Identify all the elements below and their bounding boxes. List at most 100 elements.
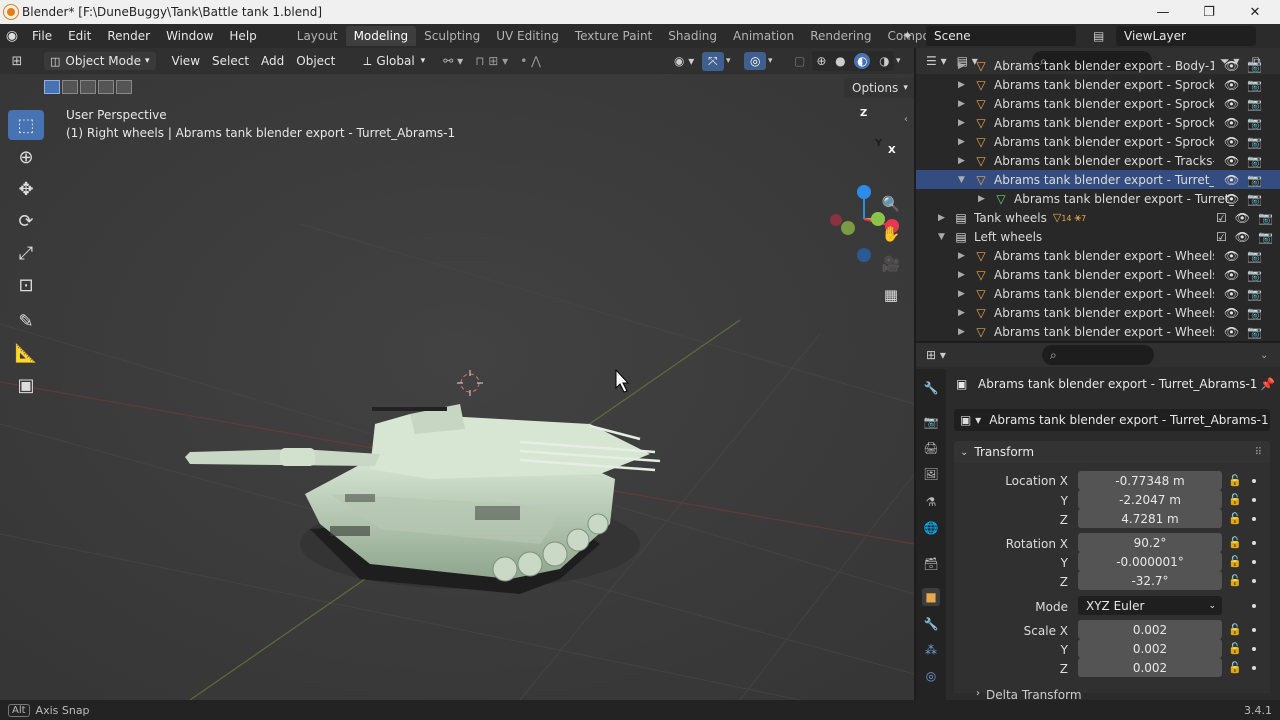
camera-view-icon[interactable]: 🎥 xyxy=(877,250,905,278)
lock-icon[interactable]: 🔓 xyxy=(1228,623,1242,636)
location-y-field[interactable]: -2.2047 m xyxy=(1078,490,1222,509)
solid-shading-icon[interactable]: ● xyxy=(835,54,845,68)
properties-search-input[interactable]: ⌕ xyxy=(1042,345,1154,365)
keyframe-dot-icon[interactable] xyxy=(1252,579,1256,583)
outliner-row[interactable]: ▶ ▽ Abrams tank blender export - Sprocket-… xyxy=(916,75,1280,94)
eye-icon[interactable]: 👁 xyxy=(1224,173,1239,187)
scene-icon[interactable]: ✦ xyxy=(902,24,913,48)
chevron-down-icon[interactable]: ▾ xyxy=(768,56,773,66)
rotation-y-field[interactable]: -0.000001° xyxy=(1078,552,1222,571)
snap-icon[interactable]: ⊓ ⊞ ▾ xyxy=(469,52,514,70)
scene-selector[interactable]: Scene xyxy=(926,26,1076,46)
outliner-row[interactable]: ▼ ▤ Left wheels ☑ 👁 📷 xyxy=(916,227,1280,246)
camera-render-icon[interactable]: 📷 xyxy=(1247,306,1262,320)
visibility-icon[interactable]: ◉ ▾ xyxy=(668,52,700,70)
gizmo-y-label[interactable]: Y xyxy=(875,138,882,149)
chevron-right-icon[interactable]: ▶ xyxy=(958,156,972,166)
wireframe-shading-icon[interactable]: ⊕ xyxy=(816,54,826,68)
outliner-row[interactable]: ▶ ▽ Abrams tank blender export - Sprocket-… xyxy=(916,113,1280,132)
lock-icon[interactable]: 🔓 xyxy=(1228,661,1242,674)
chevron-right-icon[interactable]: ▶ xyxy=(938,213,952,223)
camera-render-icon[interactable]: 📷 xyxy=(1247,59,1262,73)
measure-tool-icon[interactable]: 📐 xyxy=(8,338,44,368)
ortho-toggle-icon[interactable]: ▦ xyxy=(877,281,905,309)
add-cube-tool-icon[interactable]: ▣ xyxy=(8,370,44,400)
outliner-row[interactable]: ▼ ▽ Abrams tank blender export - Turret_Ab… xyxy=(916,170,1280,189)
select-new-icon[interactable] xyxy=(44,80,60,94)
keyframe-dot-icon[interactable] xyxy=(1252,517,1256,521)
select-subtract-icon[interactable] xyxy=(80,80,96,94)
eye-icon[interactable]: 👁 xyxy=(1224,325,1239,339)
render-tab-icon[interactable]: 📷 xyxy=(922,413,940,431)
tab-animation[interactable]: Animation xyxy=(725,26,802,46)
keyframe-dot-icon[interactable] xyxy=(1252,647,1256,651)
particles-tab-icon[interactable]: ⁂ xyxy=(922,641,940,659)
properties-editor-icon[interactable]: ⊞ ▾ xyxy=(926,348,946,362)
sidebar-toggle-icon[interactable]: ‹ xyxy=(904,114,908,125)
gizmo-x-label[interactable]: X xyxy=(888,145,896,156)
move-tool-icon[interactable]: ✥ xyxy=(8,174,44,204)
eye-icon[interactable]: 👁 xyxy=(1224,97,1239,111)
transform-panel-header[interactable]: ⌄ Transform ⠿ xyxy=(954,441,1270,463)
chevron-right-icon[interactable]: ▶ xyxy=(958,137,972,147)
eye-icon[interactable]: 👁 xyxy=(1224,306,1239,320)
eye-icon[interactable]: 👁 xyxy=(1224,287,1239,301)
modifier-tab-icon[interactable]: 🔧 xyxy=(922,615,940,633)
blender-menu-icon[interactable]: ◉ xyxy=(0,28,24,44)
scale-tool-icon[interactable]: ⤢ xyxy=(8,238,44,268)
view-layer-icon[interactable]: ▤ xyxy=(1093,24,1104,48)
outliner-row[interactable]: ▶ ▽ Abrams tank blender export - Wheels-3 … xyxy=(916,246,1280,265)
camera-render-icon[interactable]: 📷 xyxy=(1247,192,1262,206)
camera-render-icon[interactable]: 📷 xyxy=(1258,211,1273,225)
tool-tab-icon[interactable]: 🔧 xyxy=(922,379,940,397)
camera-render-icon[interactable]: 📷 xyxy=(1247,173,1262,187)
eye-icon[interactable]: 👁 xyxy=(1224,116,1239,130)
output-tab-icon[interactable]: 🖨 xyxy=(922,439,940,457)
eye-icon[interactable]: 👁 xyxy=(1224,268,1239,282)
chevron-down-icon[interactable]: ▼ xyxy=(958,175,972,185)
annotate-tool-icon[interactable]: ✎ xyxy=(8,306,44,336)
drag-handle-icon[interactable]: ⠿ xyxy=(1255,447,1262,458)
pivot-icon[interactable]: ⚯ ▾ xyxy=(437,52,469,70)
exclude-checkbox[interactable]: ☑ xyxy=(1216,230,1227,244)
rotation-x-field[interactable]: 90.2° xyxy=(1078,533,1222,552)
camera-render-icon[interactable]: 📷 xyxy=(1247,78,1262,92)
outliner-row[interactable]: ▶ ▽ Abrams tank blender export - Wheels-3.… xyxy=(916,284,1280,303)
lock-icon[interactable]: 🔓 xyxy=(1228,512,1242,525)
rotation-mode-dropdown[interactable]: XYZ Euler ⌄ xyxy=(1078,596,1222,615)
eye-icon[interactable]: 👁 xyxy=(1224,135,1239,149)
menu-render[interactable]: Render xyxy=(99,29,158,43)
scale-z-field[interactable]: 0.002 xyxy=(1078,658,1222,677)
tab-uv-editing[interactable]: UV Editing xyxy=(488,26,567,46)
lock-icon[interactable]: 🔓 xyxy=(1228,555,1242,568)
chevron-down-icon[interactable]: ⌄ xyxy=(1260,350,1268,361)
menu-add[interactable]: Add xyxy=(255,52,290,70)
scale-x-field[interactable]: 0.002 xyxy=(1078,620,1222,639)
eye-icon[interactable]: 👁 xyxy=(1224,59,1239,73)
eye-icon[interactable]: 👁 xyxy=(1235,211,1250,225)
tab-sculpting[interactable]: Sculpting xyxy=(416,26,488,46)
editor-type-icon[interactable]: ⊞ xyxy=(0,54,34,69)
eye-icon[interactable]: 👁 xyxy=(1224,192,1239,206)
object-name-field[interactable]: ▣ ▾ Abrams tank blender export - Turret_… xyxy=(954,409,1270,431)
keyframe-dot-icon[interactable] xyxy=(1252,541,1256,545)
minimize-button[interactable]: — xyxy=(1140,0,1186,24)
select-extend-icon[interactable] xyxy=(62,80,78,94)
overlay-toggle-icon[interactable]: ◎ xyxy=(744,52,767,70)
chevron-down-icon[interactable]: ▾ xyxy=(726,56,731,66)
xray-icon[interactable]: ▢ xyxy=(788,52,811,70)
rotate-tool-icon[interactable]: ⟳ xyxy=(8,206,44,236)
collection-tab-icon[interactable]: 🗃 xyxy=(922,555,940,573)
scale-y-field[interactable]: 0.002 xyxy=(1078,639,1222,658)
outliner-row[interactable]: ▶ ▽ Abrams tank blender export - Turret_A … xyxy=(916,189,1280,208)
lock-icon[interactable]: 🔓 xyxy=(1228,642,1242,655)
chevron-right-icon[interactable]: ▶ xyxy=(958,61,972,71)
menu-help[interactable]: Help xyxy=(221,29,264,43)
eye-icon[interactable]: 👁 xyxy=(1224,154,1239,168)
pin-icon[interactable]: 📌 xyxy=(1260,377,1275,391)
camera-render-icon[interactable]: 📷 xyxy=(1247,135,1262,149)
mode-dropdown[interactable]: ◫ Object Mode ▾ xyxy=(44,52,156,70)
keyframe-dot-icon[interactable] xyxy=(1252,498,1256,502)
camera-render-icon[interactable]: 📷 xyxy=(1247,154,1262,168)
tab-rendering[interactable]: Rendering xyxy=(802,26,879,46)
